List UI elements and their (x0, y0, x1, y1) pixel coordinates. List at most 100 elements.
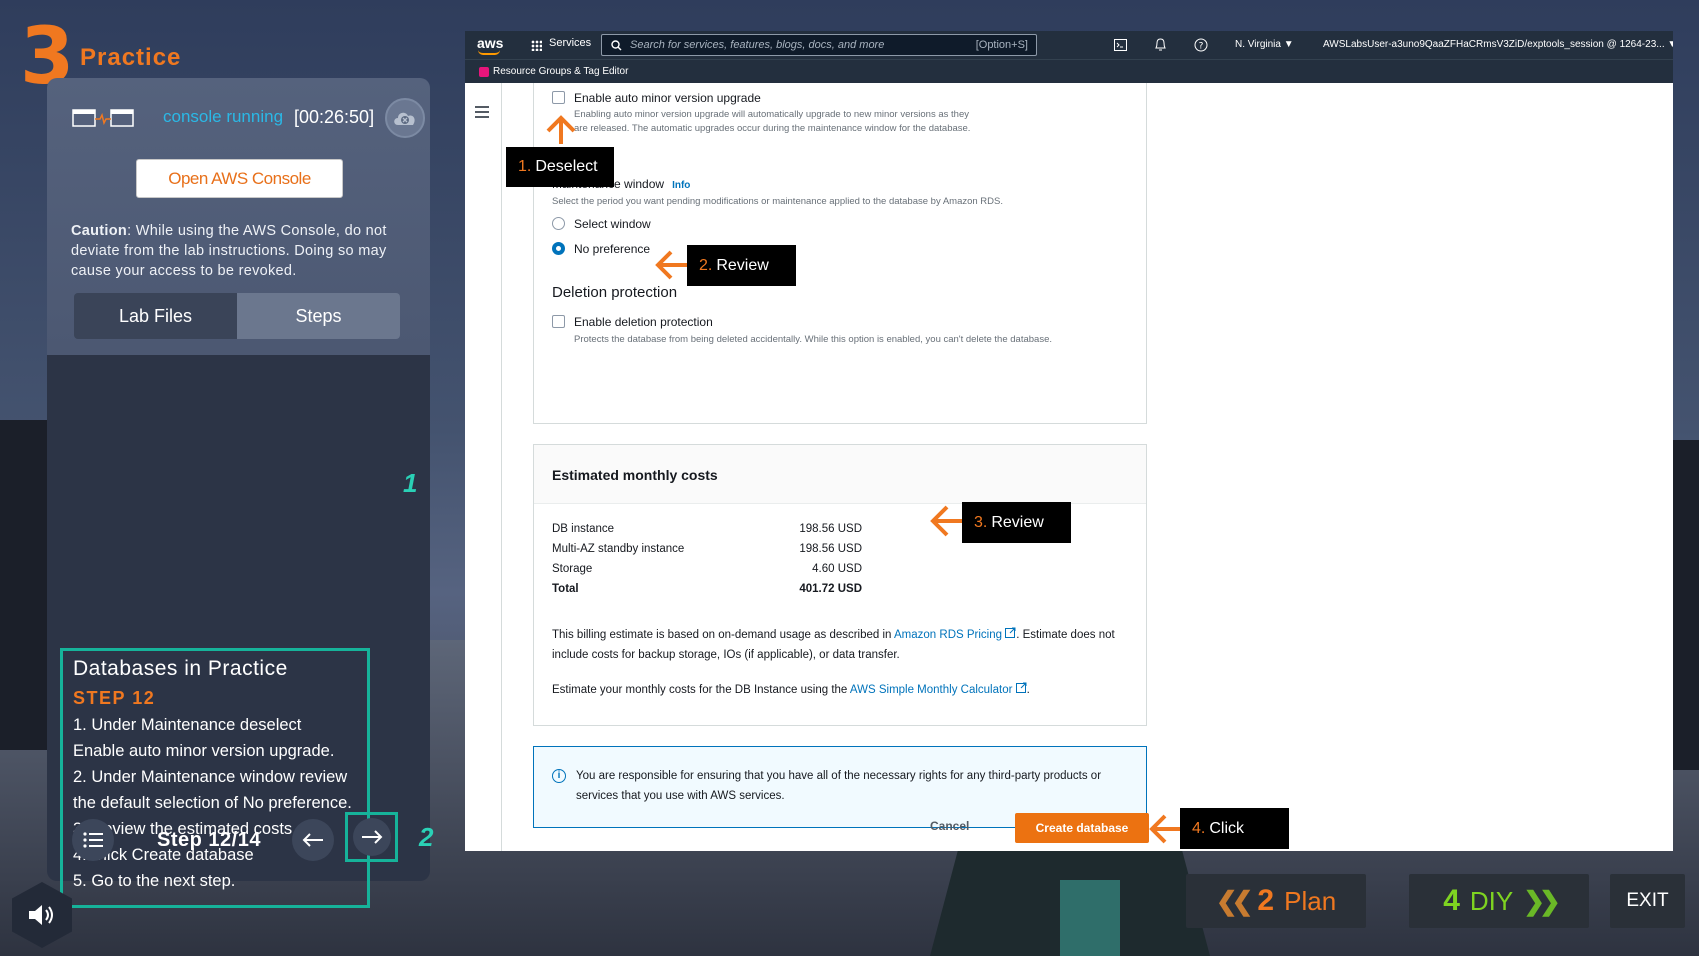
cloudshell-icon[interactable] (1114, 39, 1127, 51)
plan-button[interactable]: ❮❮ 2 Plan (1186, 874, 1366, 928)
diy-button[interactable]: 4 DIY ❯❯ (1409, 874, 1589, 928)
cost-value: 4.60 USD (812, 563, 862, 575)
arrow-right-icon (361, 830, 382, 844)
cost-row: Storage 4.60 USD (552, 563, 862, 581)
caution-text: Caution: While using the AWS Console, do… (71, 221, 411, 281)
lab-panel: console running [00:26:50] Open AWS Cons… (47, 78, 430, 908)
no-preference-label: No preference (574, 242, 651, 256)
no-preference-radio[interactable] (552, 242, 565, 255)
deletion-protection-checkbox[interactable] (552, 315, 565, 328)
account-menu[interactable]: AWSLabsUser-a3uno9QaaZFHaCRmsV3ZiD/expto… (1323, 39, 1673, 50)
aws-search-input[interactable]: Search for services, features, blogs, do… (601, 34, 1037, 56)
step-item: 5. Go to the next step. (73, 872, 236, 890)
auto-minor-upgrade-desc: Enabling auto minor version upgrade will… (574, 109, 971, 134)
info-icon: i (552, 769, 566, 783)
select-window-radio[interactable] (552, 217, 565, 230)
annotation-text: Review (991, 513, 1044, 531)
auto-minor-upgrade-label: Enable auto minor version upgrade (574, 91, 761, 105)
billing-estimate-note: This billing estimate is based on on-dem… (552, 625, 1132, 665)
double-chevron-right-icon: ❯❯ (1523, 885, 1560, 916)
double-chevron-left-icon: ❮❮ (1215, 885, 1253, 916)
lab-panel-top: console running [00:26:50] Open AWS Cons… (47, 78, 430, 355)
console-connection-icon (72, 109, 134, 127)
step-instructions: Databases in Practice STEP 12 1. Under M… (60, 648, 370, 908)
maintenance-info-link[interactable]: Info (672, 180, 690, 191)
next-step-button[interactable] (352, 818, 391, 856)
help-icon[interactable]: ? (1194, 38, 1208, 52)
aws-logo[interactable]: aws (477, 35, 503, 51)
background-platform-accent (1060, 880, 1120, 956)
console-status-text: console running (163, 107, 284, 126)
annotation-number: 1. (518, 158, 532, 175)
annotation-number: 3. (974, 513, 988, 531)
monthly-calculator-link[interactable]: AWS Simple Monthly Calculator (850, 684, 1013, 696)
exit-button[interactable]: EXIT (1610, 874, 1685, 928)
services-grid-icon (531, 40, 542, 51)
caution-label: Caution (71, 223, 128, 239)
arrow-left-icon (302, 833, 323, 847)
step-counter: Step 12/14 (157, 829, 261, 851)
note-text: This billing estimate is based on on-dem… (552, 629, 895, 641)
external-link-icon (1005, 627, 1016, 638)
bell-icon[interactable] (1154, 38, 1167, 52)
deletion-protection-title: Deletion protection (552, 284, 678, 301)
cost-value: 401.72 USD (799, 583, 862, 595)
lab-panel-bottom: Databases in Practice STEP 12 1. Under M… (47, 355, 430, 908)
resource-groups-icon (479, 67, 489, 77)
services-menu[interactable]: Services (549, 37, 591, 49)
cost-row-total: Total 401.72 USD (552, 583, 862, 601)
hamburger-menu-icon[interactable] (475, 106, 489, 118)
maintenance-card: Enable auto minor version upgrade Enabli… (533, 83, 1147, 424)
cost-row: DB instance 198.56 USD (552, 523, 862, 541)
panel-tabs: Lab Files Steps (74, 293, 400, 339)
note-text: . (1026, 684, 1030, 696)
annotation-review-maintenance: 2. Review (687, 245, 796, 286)
steps-step-label: STEP 12 (73, 688, 156, 708)
plan-label: Plan (1284, 885, 1337, 916)
region-selector[interactable]: N. Virginia ▼ (1235, 39, 1294, 50)
previous-step-button[interactable] (292, 819, 334, 861)
callout-number-2: 2 (419, 822, 434, 852)
annotation-click: 4. Click (1180, 808, 1289, 849)
list-icon (83, 832, 103, 848)
search-shortcut: [Option+S] (975, 39, 1028, 51)
aws-console-screenshot: aws Services Search for services, featur… (465, 31, 1673, 851)
select-window-label: Select window (574, 217, 651, 231)
open-aws-console-button[interactable]: Open AWS Console (136, 159, 343, 198)
create-database-button[interactable]: Create database (1015, 813, 1149, 843)
module-label: Practice (80, 44, 182, 71)
arrow-up-icon (546, 115, 576, 144)
cancel-button[interactable]: Cancel (930, 819, 969, 833)
next-step-highlight (345, 812, 398, 862)
console-timer: [00:26:50] (294, 107, 375, 127)
step-list-button[interactable] (72, 819, 114, 861)
aws-top-nav: aws Services Search for services, featur… (465, 31, 1673, 59)
cloud-icon (394, 112, 415, 125)
search-icon (611, 40, 622, 51)
annotation-text: Click (1209, 819, 1245, 837)
aws-sub-nav: Resource Groups & Tag Editor (465, 59, 1673, 83)
cloud-disconnect-button[interactable] (385, 98, 425, 138)
background-wall (1672, 440, 1699, 770)
resource-groups-link[interactable]: Resource Groups & Tag Editor (493, 66, 628, 77)
annotation-text: Deselect (535, 158, 598, 175)
diy-label: DIY (1469, 885, 1514, 916)
deletion-protection-label: Enable deletion protection (574, 315, 713, 329)
svg-text:?: ? (1199, 42, 1204, 52)
tab-lab-files[interactable]: Lab Files (74, 293, 237, 339)
cost-label: Storage (552, 563, 593, 575)
console-status-row: console running [00:26:50] (72, 98, 425, 138)
auto-minor-upgrade-checkbox[interactable] (552, 91, 565, 104)
annotation-deselect: 1. Deselect (506, 147, 614, 187)
maintenance-window-desc: Select the period you want pending modif… (552, 196, 1004, 207)
plan-number: 2 (1257, 884, 1275, 917)
annotation-text: Review (716, 256, 769, 274)
deletion-protection-desc: Protects the database from being deleted… (574, 334, 1052, 345)
tab-steps[interactable]: Steps (237, 293, 400, 339)
arrow-left-icon (1149, 814, 1180, 844)
rds-pricing-link[interactable]: Amazon RDS Pricing (894, 629, 1002, 641)
step-item: 1. Under Maintenance deselect Enable aut… (73, 716, 335, 760)
estimated-costs-card: Estimated monthly costs DB instance 198.5… (533, 444, 1147, 726)
cost-value: 198.56 USD (799, 523, 862, 535)
callout-number-1: 1 (403, 468, 418, 498)
